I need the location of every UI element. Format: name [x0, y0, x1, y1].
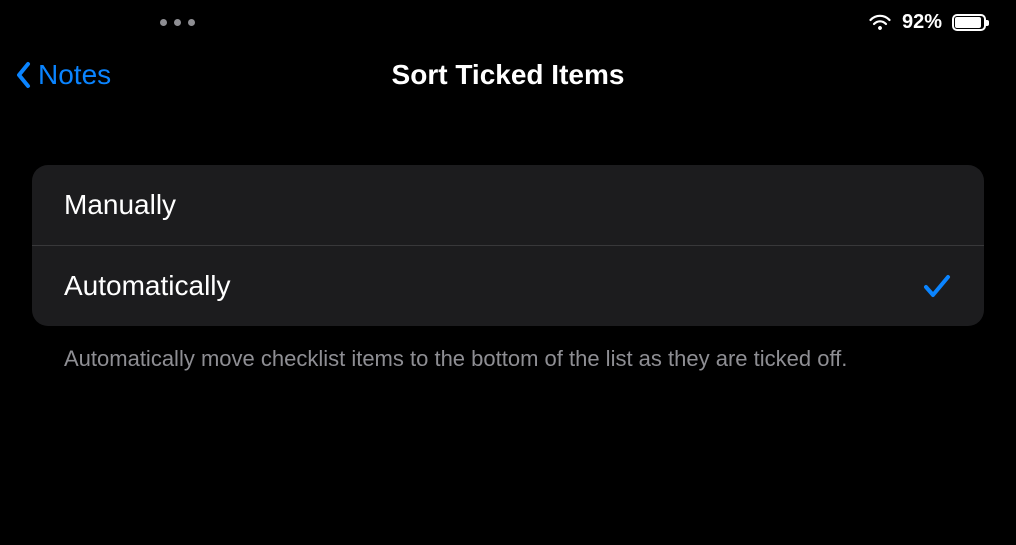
- nav-bar: Notes Sort Ticked Items: [0, 40, 1016, 110]
- option-label: Automatically: [64, 270, 231, 302]
- checkmark-icon: [922, 272, 952, 300]
- back-button[interactable]: Notes: [14, 59, 111, 91]
- multitask-dots-icon: [160, 19, 195, 26]
- battery-fill: [955, 17, 981, 28]
- options-group: Manually Automatically: [32, 165, 984, 326]
- chevron-left-icon: [14, 60, 34, 90]
- back-label: Notes: [38, 59, 111, 91]
- battery-percentage: 92%: [902, 11, 942, 34]
- page-title: Sort Ticked Items: [20, 59, 996, 91]
- status-bar: 92%: [0, 0, 1016, 40]
- battery-icon: [952, 14, 986, 31]
- wifi-icon: [868, 13, 892, 31]
- option-automatically[interactable]: Automatically: [32, 245, 984, 326]
- option-manually[interactable]: Manually: [32, 165, 984, 245]
- footer-description: Automatically move checklist items to th…: [32, 326, 984, 374]
- option-label: Manually: [64, 189, 176, 221]
